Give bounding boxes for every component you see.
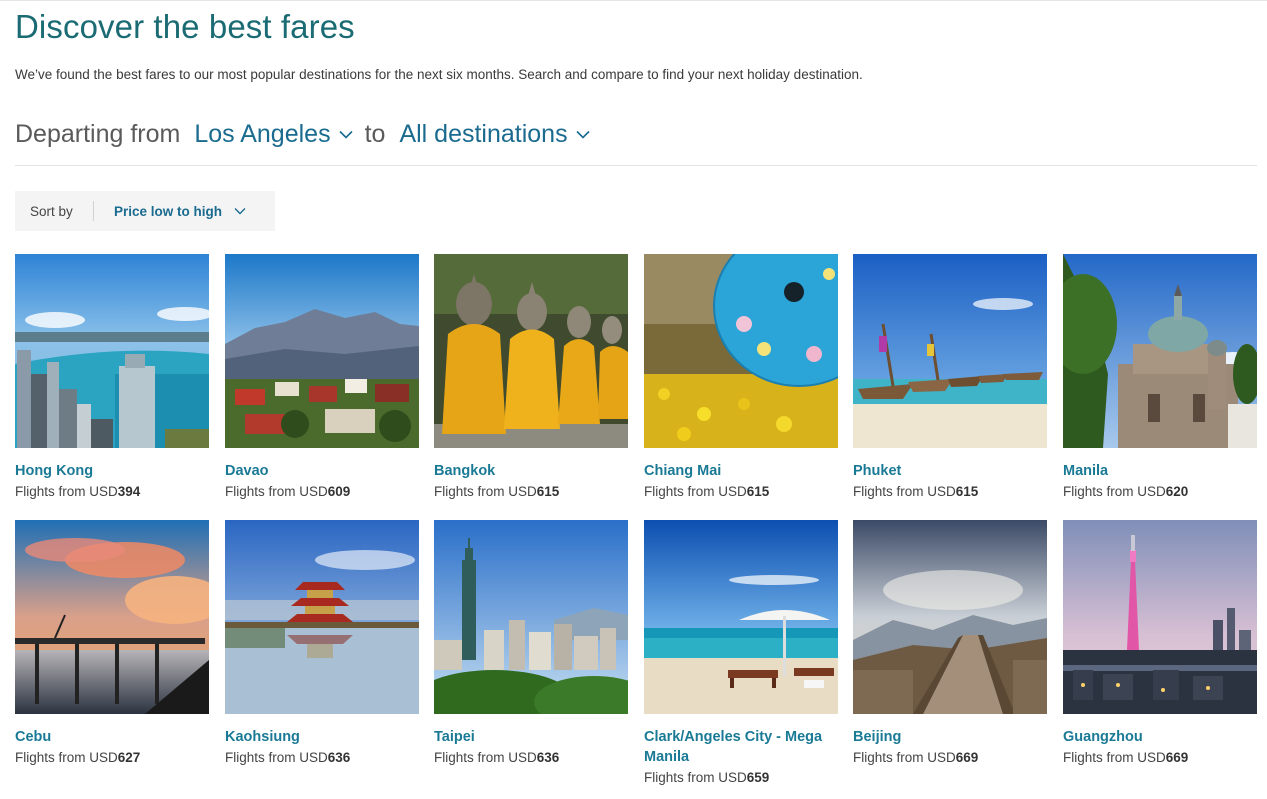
- destination-card-bangkok[interactable]: Bangkok Flights from USD615: [434, 254, 628, 502]
- manila-cathedral-image: [1063, 254, 1257, 448]
- destination-price: Flights from USD636: [225, 750, 351, 765]
- sort-value: Price low to high: [114, 203, 223, 219]
- destination-price: Flights from USD394: [15, 484, 141, 499]
- route-selector: Departing from Los Angeles to All destin…: [15, 116, 592, 152]
- destination-city: Cebu: [15, 729, 52, 745]
- chiang-mai-umbrella-image: [644, 254, 838, 448]
- price-amount: 669: [1165, 750, 1189, 765]
- destination-value: All destinations: [399, 119, 568, 148]
- destination-price: Flights from USD615: [853, 484, 979, 499]
- price-amount: 669: [955, 750, 979, 765]
- destination-card-phuket[interactable]: Phuket Flights from USD615: [853, 254, 1047, 502]
- beijing-great-wall-image: [853, 520, 1047, 714]
- destination-city: Phuket: [853, 463, 902, 479]
- section-divider: [15, 165, 1257, 166]
- destination-city: Manila: [1063, 463, 1109, 479]
- destination-city: Taipei: [434, 729, 475, 745]
- destination-price: Flights from USD659: [644, 770, 770, 785]
- sort-label: Sort by: [30, 203, 73, 219]
- price-amount: 627: [117, 750, 141, 765]
- destination-price: Flights from USD609: [225, 484, 351, 499]
- destination-card-cebu[interactable]: Cebu Flights from USD627: [15, 520, 209, 768]
- price-amount: 636: [536, 750, 560, 765]
- chevron-down-icon: [576, 130, 590, 139]
- sort-dropdown[interactable]: Price low to high: [94, 204, 246, 219]
- destination-card-taipei[interactable]: Taipei Flights from USD636: [434, 520, 628, 768]
- destination-card-beijing[interactable]: Beijing Flights from USD669: [853, 520, 1047, 768]
- destination-city: Kaohsiung: [225, 729, 300, 745]
- destination-price: Flights from USD669: [1063, 750, 1189, 765]
- price-amount: 636: [327, 750, 351, 765]
- guangzhou-canton-tower-image: [1063, 520, 1257, 714]
- destination-card-hong-kong[interactable]: Hong Kong Flights from USD394: [15, 254, 209, 502]
- destination-price: Flights from USD669: [853, 750, 979, 765]
- davao-mountain-village-image: [225, 254, 419, 448]
- destination-city: Hong Kong: [15, 463, 94, 479]
- destination-price: Flights from USD615: [434, 484, 560, 499]
- destination-city: Bangkok: [434, 463, 496, 479]
- destination-city: Guangzhou: [1063, 729, 1143, 745]
- destination-price: Flights from USD636: [434, 750, 560, 765]
- destination-card-chiang-mai[interactable]: Chiang Mai Flights from USD615: [644, 254, 838, 502]
- destination-price: Flights from USD627: [15, 750, 141, 765]
- to-label: to: [364, 119, 386, 148]
- destination-dropdown[interactable]: All destinations: [399, 120, 591, 149]
- price-amount: 615: [746, 484, 770, 499]
- destination-price: Flights from USD620: [1063, 484, 1189, 499]
- kaohsiung-pagoda-lake-image: [225, 520, 419, 714]
- page-subtitle: We’ve found the best fares to our most p…: [15, 67, 863, 82]
- price-amount: 659: [746, 770, 770, 785]
- bangkok-buddha-statues-image: [434, 254, 628, 448]
- destination-city: Davao: [225, 463, 269, 479]
- origin-dropdown[interactable]: Los Angeles: [194, 120, 354, 149]
- destination-city: Chiang Mai: [644, 463, 722, 479]
- price-amount: 615: [955, 484, 979, 499]
- destination-city: Clark/Angeles City - Mega Manila: [644, 729, 823, 765]
- chevron-down-icon: [339, 130, 353, 139]
- top-border: [0, 0, 1267, 1]
- destination-card-kaohsiung[interactable]: Kaohsiung Flights from USD636: [225, 520, 419, 768]
- destination-city: Beijing: [853, 729, 902, 745]
- sort-control: Sort by Price low to high: [15, 191, 275, 231]
- phuket-longtail-boats-image: [853, 254, 1047, 448]
- destination-card-clark-angeles-city[interactable]: Clark/Angeles City - Mega Manila Flights…: [644, 520, 838, 788]
- destination-card-manila[interactable]: Manila Flights from USD620: [1063, 254, 1257, 502]
- chevron-down-icon: [234, 207, 246, 215]
- price-amount: 394: [117, 484, 141, 499]
- taipei-101-skyline-image: [434, 520, 628, 714]
- destination-price: Flights from USD615: [644, 484, 770, 499]
- page-title: Discover the best fares: [15, 8, 355, 45]
- hong-kong-skyline-harbor-image: [15, 254, 209, 448]
- price-amount: 609: [327, 484, 351, 499]
- cebu-pier-sunset-image: [15, 520, 209, 714]
- price-amount: 620: [1165, 484, 1189, 499]
- destination-card-davao[interactable]: Davao Flights from USD609: [225, 254, 419, 502]
- departing-label: Departing from: [15, 119, 181, 148]
- clark-beach-umbrella-image: [644, 520, 838, 714]
- destination-card-guangzhou[interactable]: Guangzhou Flights from USD669: [1063, 520, 1257, 768]
- price-amount: 615: [536, 484, 560, 499]
- origin-value: Los Angeles: [194, 119, 331, 148]
